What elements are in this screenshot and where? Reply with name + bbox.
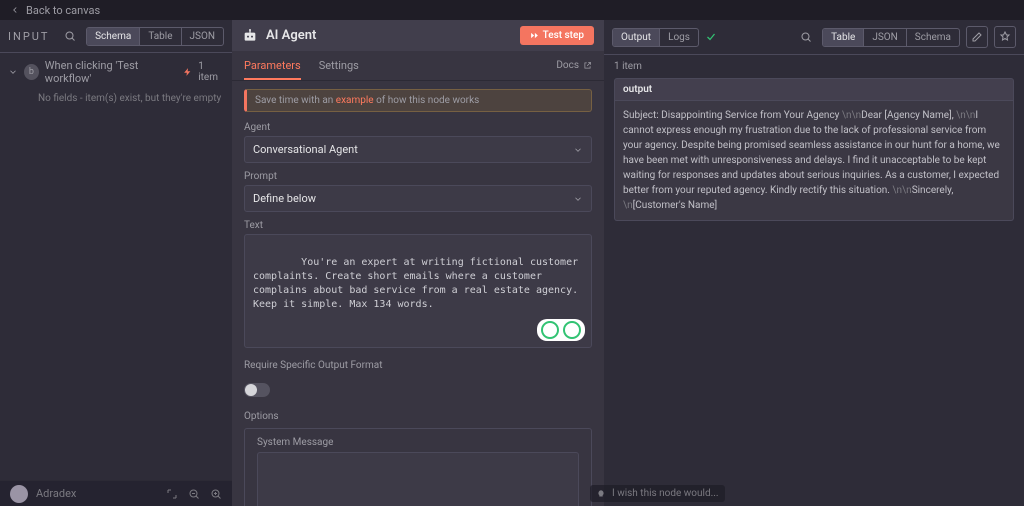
input-title: INPUT — [8, 30, 54, 43]
edit-output-button[interactable] — [966, 26, 988, 48]
output-tab-logs[interactable]: Logs — [660, 29, 698, 46]
text-label: Text — [244, 220, 592, 231]
output-search-button[interactable] — [796, 27, 816, 47]
node-tabs: Parameters Settings Docs — [232, 51, 604, 81]
parameters-body: Save time with an example of how this no… — [232, 81, 604, 506]
input-tab-table[interactable]: Table — [140, 28, 181, 45]
output-mode-tabs: Output Logs — [612, 28, 699, 47]
output-viewtab-table[interactable]: Table — [823, 29, 864, 46]
back-label: Back to canvas — [26, 4, 100, 17]
options-label: Options — [244, 411, 592, 422]
avatar[interactable] — [10, 485, 28, 503]
input-search-button[interactable] — [60, 26, 80, 46]
output-column-header: output — [614, 78, 1014, 101]
input-empty-message: No fields - item(s) exist, but they're e… — [0, 91, 232, 112]
chevron-down-icon — [573, 145, 583, 155]
success-check-icon — [705, 31, 717, 43]
node-header: AI Agent Test step — [232, 20, 604, 51]
input-tab-schema[interactable]: Schema — [87, 28, 140, 45]
node-editor-panel: AI Agent Test step Parameters Settings D… — [232, 20, 604, 506]
tip-banner: Save time with an example of how this no… — [244, 89, 592, 112]
example-link[interactable]: example — [336, 95, 374, 106]
input-trigger-label: When clicking 'Test workflow' — [45, 59, 177, 85]
output-panel: Output Logs Table JSON Schema 1 item — [604, 20, 1024, 506]
require-format-label: Require Specific Output Format — [244, 360, 383, 371]
input-panel: INPUT Schema Table JSON b When clicking … — [0, 20, 232, 506]
tab-parameters[interactable]: Parameters — [244, 51, 301, 80]
tab-settings[interactable]: Settings — [319, 51, 359, 80]
input-item-count: 1 item — [198, 61, 224, 83]
output-viewtab-schema[interactable]: Schema — [907, 29, 959, 46]
robot-icon — [242, 28, 258, 44]
text-input[interactable]: You're an expert at writing fictional cu… — [244, 234, 592, 348]
system-message-input[interactable] — [257, 452, 579, 506]
require-format-toggle[interactable] — [244, 383, 270, 397]
back-to-canvas[interactable]: Back to canvas — [0, 0, 1024, 21]
docs-link[interactable]: Docs — [556, 60, 592, 71]
back-arrow-icon — [10, 5, 20, 15]
output-item-count: 1 item — [604, 55, 1024, 78]
input-header: INPUT Schema Table JSON — [0, 20, 232, 53]
output-cell[interactable]: Subject: Disappointing Service from Your… — [614, 101, 1014, 221]
zoom-out-icon[interactable] — [188, 488, 200, 500]
grammar-check-icon — [563, 321, 581, 339]
output-viewtab-json[interactable]: JSON — [864, 29, 906, 46]
prompt-select[interactable]: Define below — [244, 185, 592, 212]
output-view-tabs: Table JSON Schema — [822, 28, 960, 47]
user-bar: Adradex — [0, 480, 232, 506]
input-view-tabs: Schema Table JSON — [86, 27, 224, 46]
zoom-in-icon[interactable] — [210, 488, 222, 500]
agent-select[interactable]: Conversational Agent — [244, 136, 592, 163]
system-message-label: System Message — [257, 437, 579, 448]
output-tab-output[interactable]: Output — [613, 29, 660, 46]
input-tab-json[interactable]: JSON — [182, 28, 223, 45]
require-format-row: Require Specific Output Format — [244, 360, 592, 371]
pin-output-button[interactable] — [994, 26, 1016, 48]
grammar-icons[interactable] — [537, 319, 585, 341]
node-order-badge: b — [24, 64, 39, 80]
agent-label: Agent — [244, 122, 592, 133]
bolt-icon — [183, 67, 192, 77]
test-step-button[interactable]: Test step — [520, 26, 594, 45]
chevron-down-icon — [8, 67, 18, 77]
options-box: System Message — [244, 428, 592, 506]
output-body: output Subject: Disappointing Service fr… — [604, 78, 1024, 506]
username: Adradex — [36, 487, 76, 500]
prompt-label: Prompt — [244, 171, 592, 182]
expand-icon[interactable] — [166, 488, 178, 500]
assist-icon — [541, 321, 559, 339]
chevron-down-icon — [573, 194, 583, 204]
input-item-row[interactable]: b When clicking 'Test workflow' 1 item — [0, 53, 232, 91]
node-title: AI Agent — [266, 28, 512, 43]
feedback-button[interactable]: I wish this node would... — [590, 485, 725, 502]
output-header: Output Logs Table JSON Schema — [604, 20, 1024, 55]
